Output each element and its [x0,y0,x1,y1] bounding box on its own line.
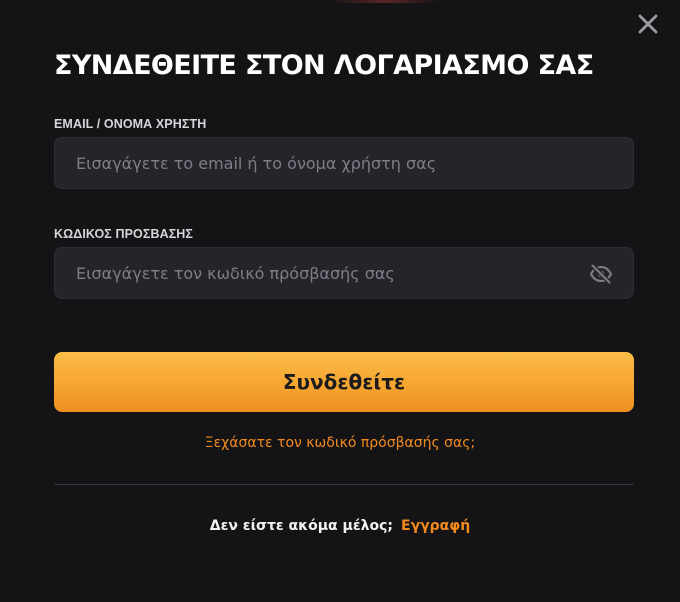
signup-row: Δεν είστε ακόμα μέλος; Εγγραφή [0,518,680,534]
password-visibility-toggle[interactable] [589,262,613,286]
divider [54,484,634,485]
close-icon [638,14,658,34]
signup-prompt: Δεν είστε ακόμα μέλος; [209,518,394,534]
dialog-title: ΣΥΝΔΕΘΕΙΤΕ ΣΤΟΝ ΛΟΓΑΡΙΑΣΜΟ ΣΑΣ [54,50,594,81]
email-field-wrapper [54,137,634,189]
eye-slash-icon [589,263,613,285]
top-decoration [330,0,440,3]
login-button[interactable]: Συνδεθείτε [54,352,634,412]
forgot-password-link[interactable]: Ξεχάσατε τον κωδικό πρόσβασής σας; [0,435,680,451]
close-button[interactable] [636,12,660,36]
login-dialog: ΣΥΝΔΕΘΕΙΤΕ ΣΤΟΝ ΛΟΓΑΡΙΑΣΜΟ ΣΑΣ EMAIL / Ο… [0,0,680,602]
password-label: ΚΩΔΙΚΟΣ ΠΡΟΣΒΑΣΗΣ [54,227,194,241]
email-field[interactable] [55,138,633,188]
email-label: EMAIL / ΟΝΟΜΑ ΧΡΗΣΤΗ [54,117,207,131]
signup-link[interactable]: Εγγραφή [401,518,470,534]
password-field[interactable] [55,248,633,298]
password-field-wrapper [54,247,634,299]
